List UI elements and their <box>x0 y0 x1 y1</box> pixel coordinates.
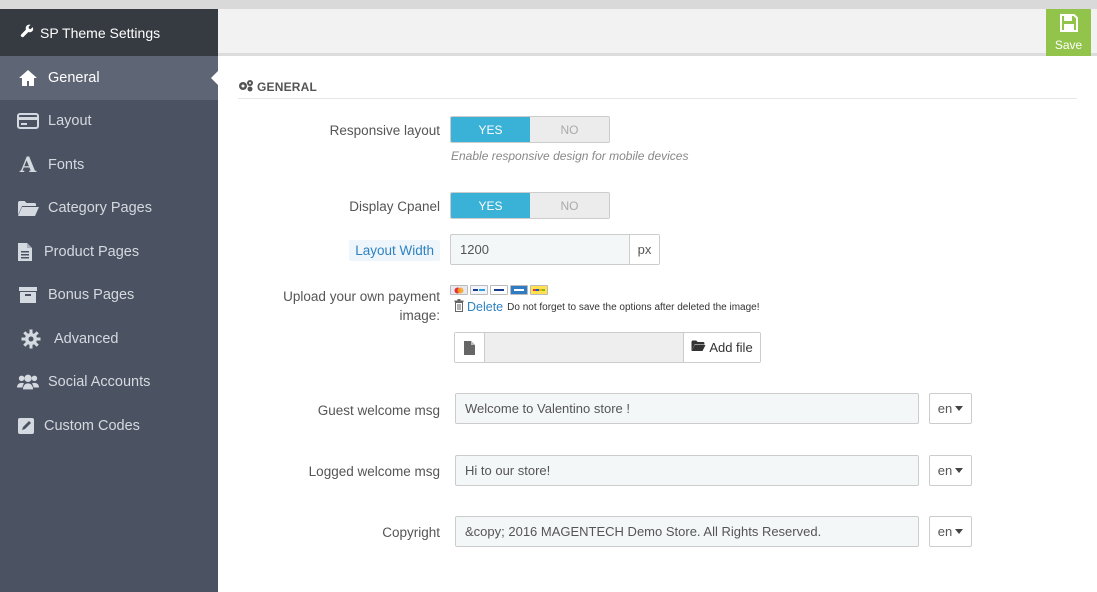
guest-welcome-lang-select[interactable]: en <box>929 393 972 424</box>
cpanel-yes-option[interactable]: YES <box>451 193 530 218</box>
sidebar-item-label: Bonus Pages <box>48 287 135 304</box>
visa-icon <box>490 285 508 295</box>
sidebar-item-social-accounts[interactable]: Social Accounts <box>0 361 218 405</box>
edit-icon <box>15 415 37 437</box>
delete-image-link[interactable]: Delete <box>467 300 503 314</box>
sidebar-item-label: Product Pages <box>44 243 140 260</box>
toolbar: Save <box>218 9 1097 56</box>
layout-width-unit: px <box>629 235 659 264</box>
sidebar-item-general[interactable]: General <box>0 56 218 100</box>
sidebar-item-label: Social Accounts <box>48 374 151 391</box>
add-file-label: Add file <box>709 340 753 355</box>
top-strip <box>0 0 1097 9</box>
sidebar-item-label: Advanced <box>54 330 119 347</box>
sidebar-item-label: Category Pages <box>48 200 152 217</box>
copyright-input[interactable]: &copy; 2016 MAGENTECH Demo Store. All Ri… <box>455 516 919 547</box>
guest-welcome-input[interactable]: Welcome to Valentino store ! <box>455 393 919 424</box>
sidebar-header: SP Theme Settings <box>0 9 218 56</box>
logged-welcome-input[interactable]: Hi to our store! <box>455 455 919 486</box>
layout-width-input[interactable]: 1200 <box>451 235 629 264</box>
sidebar-item-label: General <box>48 69 100 86</box>
sidebar-item-custom-codes[interactable]: Custom Codes <box>0 404 218 448</box>
folder-open-icon <box>17 197 39 219</box>
lang-value: en <box>937 463 953 478</box>
responsive-yes-option[interactable]: YES <box>451 117 530 142</box>
cpanel-no-option[interactable]: NO <box>530 193 609 218</box>
archive-icon <box>17 284 39 306</box>
payment-image-label: Upload your own payment image: <box>283 289 440 323</box>
sidebar-item-product-pages[interactable]: Product Pages <box>0 230 218 274</box>
home-icon <box>17 67 39 89</box>
sidebar-item-category-pages[interactable]: Category Pages <box>0 187 218 231</box>
logged-welcome-lang-select[interactable]: en <box>929 455 972 486</box>
save-icon <box>1059 13 1078 38</box>
gear-icon <box>20 328 42 350</box>
credit-card-icon <box>17 110 39 132</box>
sidebar-item-label: Layout <box>48 113 92 130</box>
layout-width-input-group: 1200 px <box>450 234 660 265</box>
sidebar-title: SP Theme Settings <box>40 24 161 41</box>
display-cpanel-label: Display Cpanel <box>349 199 440 214</box>
layout-width-label: Layout Width <box>349 240 440 261</box>
logged-welcome-label: Logged welcome msg <box>308 464 440 479</box>
responsive-layout-label: Responsive layout <box>329 123 440 138</box>
responsive-no-option[interactable]: NO <box>530 117 609 142</box>
sidebar-item-label: Custom Codes <box>44 417 140 434</box>
cogs-icon <box>238 79 257 95</box>
folder-open-icon <box>691 340 709 355</box>
file-upload-group: Add file <box>454 332 761 363</box>
add-file-button[interactable]: Add file <box>683 333 760 362</box>
file-icon <box>455 333 485 362</box>
amex-icon <box>510 285 528 295</box>
trash-icon <box>454 299 464 315</box>
font-icon: A <box>19 152 37 178</box>
ebay-icon <box>530 285 548 295</box>
delete-note: Do not forget to save the options after … <box>507 301 760 313</box>
payment-cards-image <box>450 285 548 295</box>
sidebar-item-layout[interactable]: Layout <box>0 100 218 144</box>
caret-down-icon <box>955 468 964 473</box>
caret-down-icon <box>955 406 964 411</box>
responsive-layout-switch[interactable]: YES NO <box>450 116 610 143</box>
mastercard-icon <box>450 285 468 295</box>
payment-delete-row: Delete Do not forget to save the options… <box>454 299 760 315</box>
caret-down-icon <box>955 529 964 534</box>
sidebar: SP Theme Settings General Layout A Fonts… <box>0 9 218 592</box>
copyright-lang-select[interactable]: en <box>929 516 972 547</box>
display-cpanel-switch[interactable]: YES NO <box>450 192 610 219</box>
file-icon <box>14 241 36 263</box>
paypal-icon <box>470 285 488 295</box>
responsive-help-text: Enable responsive design for mobile devi… <box>451 149 689 163</box>
sidebar-item-bonus-pages[interactable]: Bonus Pages <box>0 274 218 318</box>
main-content: GENERAL Responsive layout YES NO Enable … <box>218 59 1097 592</box>
file-name-field[interactable] <box>485 333 683 362</box>
sidebar-item-advanced[interactable]: Advanced <box>0 317 218 361</box>
lang-value: en <box>937 524 953 539</box>
section-title: GENERAL <box>257 79 318 94</box>
sidebar-item-label: Fonts <box>48 156 85 173</box>
sidebar-item-fonts[interactable]: A Fonts <box>0 143 218 187</box>
save-button[interactable]: Save <box>1046 9 1091 56</box>
guest-welcome-label: Guest welcome msg <box>317 403 440 418</box>
save-label: Save <box>1054 37 1083 52</box>
copyright-label: Copyright <box>382 525 440 540</box>
users-icon <box>17 371 39 393</box>
section-header: GENERAL <box>238 75 1077 99</box>
lang-value: en <box>937 401 953 416</box>
wrench-icon <box>20 24 40 41</box>
